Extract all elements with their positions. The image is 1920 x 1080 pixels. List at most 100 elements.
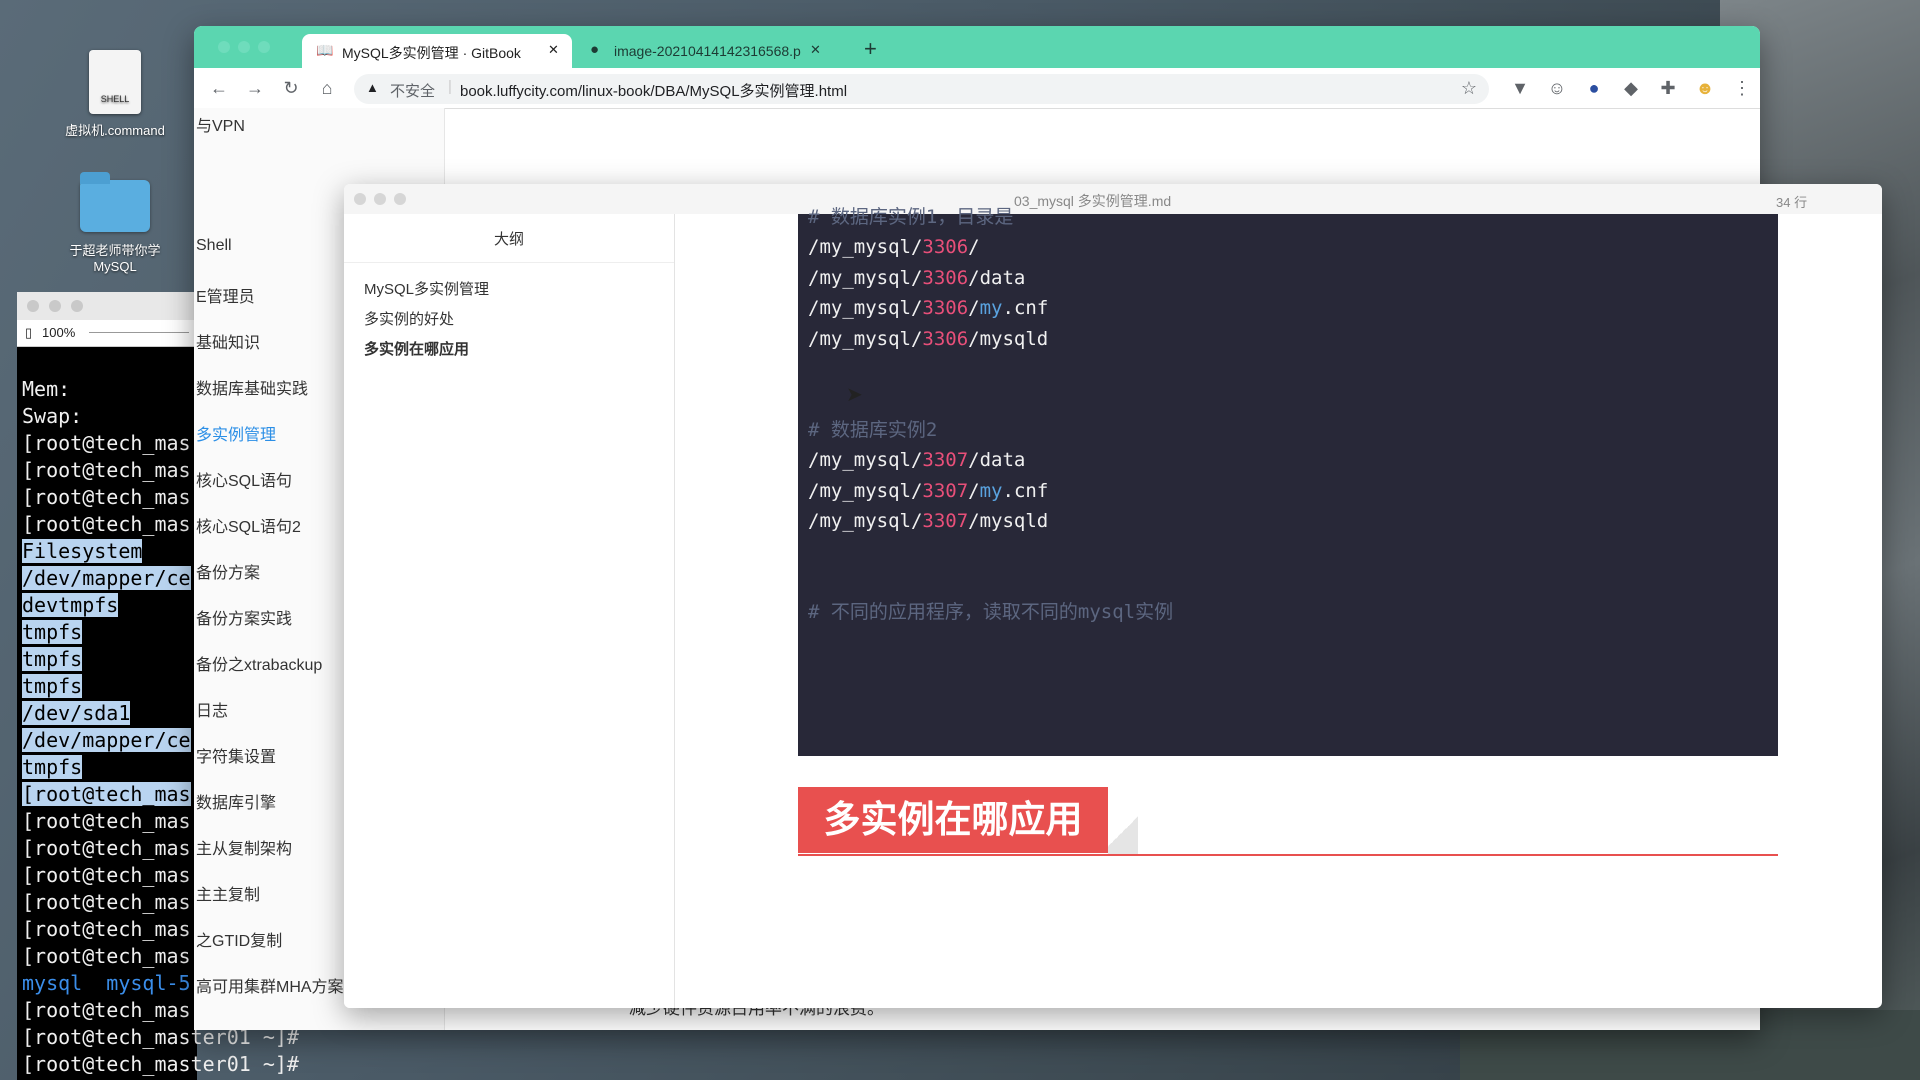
tab-gitbook[interactable]: 📖 MySQL多实例管理 · GitBook ✕ <box>302 34 572 68</box>
desktop-icon-label: 虚拟机.command <box>65 123 165 138</box>
terminal-status-bar: ▯ 100% <box>17 320 197 347</box>
code-token: 3306 <box>922 266 969 289</box>
outline-item[interactable]: 多实例的好处 <box>364 308 454 329</box>
code-line: /my_mysql/3307/data <box>808 445 1768 475</box>
code-token: 3306 <box>922 297 969 320</box>
code-token: # 数据库实例2 <box>808 418 938 441</box>
code-token: /my_mysql/ <box>808 479 923 502</box>
outline-item[interactable]: 多实例在哪应用 <box>364 338 469 359</box>
desktop-icon-vm-command[interactable]: SHELL 虚拟机.command <box>40 50 190 139</box>
mouse-cursor-icon: ➤ <box>846 384 863 406</box>
outline-divider <box>344 262 674 263</box>
typora-window: 03_mysql 多实例管理.md 34 行 大纲 MySQL多实例管理 多实例的… <box>344 184 1882 1008</box>
code-token: /my_mysql/ <box>808 327 923 350</box>
tab-image[interactable]: ● image-20210414142316568.p ✕ <box>580 34 835 68</box>
code-token: 3307 <box>922 449 969 472</box>
terminal-line: [root@tech_master01 ~]# <box>22 1052 299 1076</box>
code-line: /my_mysql/3306/data <box>808 263 1768 293</box>
extension-compass-icon[interactable]: ● <box>1583 77 1605 99</box>
code-token: .cnf <box>1002 479 1049 502</box>
desktop-icon-mysql-folder[interactable]: 于超老师带你学MySQL <box>40 172 190 274</box>
status-divider <box>89 332 189 333</box>
code-token: /mysqld <box>968 510 1049 532</box>
terminal-titlebar[interactable] <box>17 292 197 320</box>
code-token: /mysqld <box>968 327 1049 350</box>
section-heading: 多实例在哪应用 <box>798 787 1108 853</box>
close-tab-icon[interactable]: ✕ <box>810 42 821 58</box>
outline-panel: 大纲 MySQL多实例管理 多实例的好处 多实例在哪应用 <box>344 214 675 1008</box>
close-dot-icon[interactable] <box>354 193 366 205</box>
zoom-dot-icon[interactable] <box>71 300 83 312</box>
forward-icon[interactable]: → <box>244 77 266 99</box>
globe-icon: ● <box>590 41 600 58</box>
extension-face-icon[interactable]: ☺ <box>1546 77 1568 99</box>
code-line: # 不同的应用程序，读取不同的mysql实例 <box>808 597 1768 627</box>
code-token: 3307 <box>922 510 969 532</box>
code-token: .cnf <box>1002 297 1049 320</box>
code-token: 3306 <box>922 327 969 350</box>
code-line: /my_mysql/3306/my.cnf <box>808 293 1768 323</box>
zoom-dot-icon[interactable] <box>394 193 406 205</box>
code-token: 3307 <box>922 479 969 502</box>
desktop-icon-label: 于超老师带你学MySQL <box>69 243 161 274</box>
extension-badge-icon[interactable]: ◆ <box>1620 77 1642 99</box>
code-token: / <box>968 236 980 259</box>
code-token: / <box>968 479 980 502</box>
code-token: /my_mysql/ <box>808 510 923 532</box>
tab-title: MySQL多实例管理 · GitBook <box>342 45 521 61</box>
warning-icon: ▲ <box>366 80 379 95</box>
shell-file-icon: SHELL <box>89 50 141 114</box>
reload-icon[interactable]: ↻ <box>280 77 302 99</box>
zoom-level: 100% <box>42 325 76 340</box>
folder-icon <box>80 172 150 232</box>
back-icon[interactable]: ← <box>208 77 230 99</box>
extensions-puzzle-icon[interactable]: ✚ <box>1657 77 1679 99</box>
minimize-dot-icon[interactable] <box>374 193 386 205</box>
close-dot-icon[interactable] <box>27 300 39 312</box>
address-bar[interactable]: ▲ 不安全 | book.luffycity.com/linux-book/DB… <box>354 74 1489 104</box>
minimize-dot-icon[interactable] <box>238 41 250 53</box>
code-token: /my_mysql/ <box>808 236 923 259</box>
security-label: 不安全 <box>390 83 436 100</box>
heading-decoration <box>1108 809 1138 854</box>
code-token: /data <box>968 266 1026 289</box>
book-icon: 📖 <box>316 42 334 58</box>
separator: | <box>448 78 452 95</box>
code-line: /my_mysql/3307/my.cnf <box>808 476 1768 506</box>
code-token: # 数据库实例1，目录是 <box>808 206 1014 228</box>
home-icon[interactable]: ⌂ <box>316 77 338 99</box>
extension-v-icon[interactable]: ▼ <box>1509 77 1531 99</box>
code-token: /my_mysql/ <box>808 266 923 289</box>
close-tab-icon[interactable]: ✕ <box>548 42 559 58</box>
new-tab-button[interactable]: + <box>864 36 877 62</box>
code-token: /my_mysql/ <box>808 449 923 472</box>
zoom-dot-icon[interactable] <box>258 41 270 53</box>
code-token: / <box>968 297 980 320</box>
code-token: # 不同的应用程序，读取不同的mysql实例 <box>808 601 1174 624</box>
url-text: book.luffycity.com/linux-book/DBA/MySQL多… <box>460 83 848 100</box>
code-token: 3306 <box>922 236 969 259</box>
outline-item[interactable]: MySQL多实例管理 <box>364 278 489 299</box>
code-line: # 数据库实例1，目录是 <box>808 202 1768 232</box>
code-token: /data <box>968 449 1026 472</box>
close-dot-icon[interactable] <box>218 41 230 53</box>
code-token: my <box>979 297 1003 320</box>
code-line: # 数据库实例2 <box>808 415 1768 445</box>
tab-title: image-20210414142316568.p <box>614 43 801 59</box>
minimize-dot-icon[interactable] <box>49 300 61 312</box>
outline-title: 大纲 <box>493 231 524 248</box>
code-line: /my_mysql/3306/mysqld <box>808 324 1768 354</box>
battery-icon: ▯ <box>25 325 33 340</box>
code-line: /my_mysql/3307/mysqld <box>808 506 1768 536</box>
code-line: /my_mysql/3306/ <box>808 232 1768 262</box>
profile-avatar-icon[interactable]: ☻ <box>1694 77 1716 99</box>
star-icon[interactable]: ☆ <box>1461 78 1477 99</box>
menu-kebab-icon[interactable]: ⋮ <box>1731 77 1753 99</box>
sidebar-item[interactable]: 与VPN <box>196 112 446 136</box>
code-block[interactable]: # 数据库实例1，目录是/my_mysql/3306//my_mysql/330… <box>798 206 1778 756</box>
code-token: /my_mysql/ <box>808 297 923 320</box>
